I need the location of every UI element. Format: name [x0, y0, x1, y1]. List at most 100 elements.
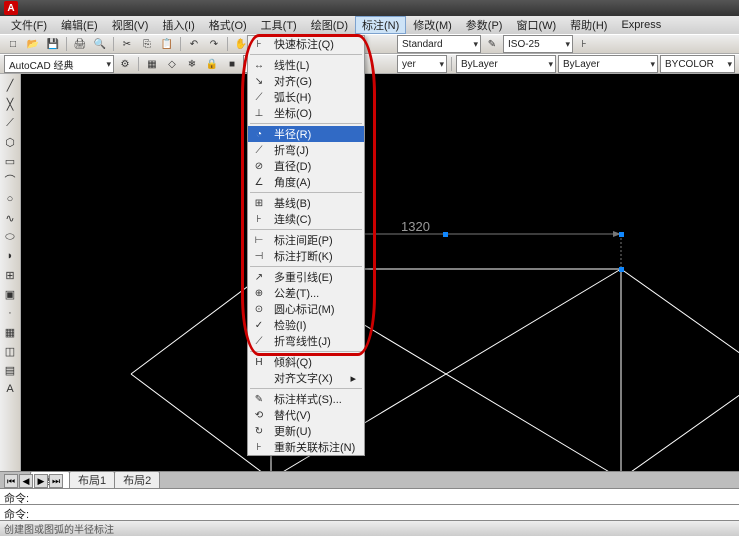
menu-item[interactable]: ⊙圆心标记(M) — [248, 301, 364, 317]
menu-item[interactable]: ⟲替代(V) — [248, 407, 364, 423]
plot-icon[interactable]: 🖨 — [71, 35, 89, 53]
menu-item[interactable]: 参数(P) — [459, 16, 510, 34]
copy-icon[interactable]: ⎘ — [138, 35, 156, 53]
menu-item[interactable]: ⊘直径(D) — [248, 158, 364, 174]
line-icon[interactable]: ╱ — [1, 76, 19, 94]
menu-item[interactable]: ⊕公差(T)... — [248, 285, 364, 301]
menu-item[interactable]: Express — [614, 18, 668, 32]
preview-icon[interactable]: 🔍 — [91, 35, 109, 53]
menu-item[interactable]: ∠角度(A) — [248, 174, 364, 190]
layout-tabs[interactable]: ⏮ ◀ ▶ ⏭ 模型 布局1 布局2 — [0, 471, 739, 488]
paste-icon[interactable]: 📋 — [158, 35, 176, 53]
menu-item[interactable]: 绘图(D) — [304, 16, 355, 34]
plotstyle-combo[interactable]: BYCOLOR — [660, 55, 735, 73]
menu-item[interactable]: 编辑(E) — [54, 16, 105, 34]
menu-item[interactable]: 对齐文字(X)▸ — [248, 370, 364, 386]
lock-icon[interactable]: 🔒 — [203, 55, 221, 73]
menu-item[interactable]: H倾斜(Q) — [248, 354, 364, 370]
menu-item[interactable]: ⊣标注打断(K) — [248, 248, 364, 264]
menu-item[interactable]: ✎标注样式(S)... — [248, 391, 364, 407]
menu-item[interactable]: ↗多重引线(E) — [248, 269, 364, 285]
menu-item[interactable]: ⊦连续(C) — [248, 211, 364, 227]
menu-item-label: 基线(B) — [274, 195, 311, 211]
menu-item[interactable]: 插入(I) — [155, 16, 201, 34]
command-line-2[interactable]: 命令: — [0, 504, 739, 520]
command-line[interactable]: 命令: — [0, 488, 739, 504]
menu-item[interactable]: 工具(T) — [254, 16, 304, 34]
color-combo[interactable]: yer — [397, 55, 447, 73]
region-icon[interactable]: ◫ — [1, 342, 19, 360]
menu-item-icon: ⟋ — [250, 334, 268, 348]
linetype-combo[interactable]: ByLayer — [456, 55, 556, 73]
app-logo: A — [4, 1, 18, 15]
menu-item[interactable]: ⊦重新关联标注(N) — [248, 439, 364, 455]
iso-icon[interactable]: ◇ — [163, 55, 181, 73]
dimension-menu-dropdown[interactable]: ⊦快速标注(Q)↔线性(L)↘对齐(G)⟋弧长(H)⊥坐标(O)◔半径(R)⟋折… — [247, 35, 365, 456]
tab-layout2[interactable]: 布局2 — [114, 471, 160, 488]
freeze-icon[interactable]: ❄ — [183, 55, 201, 73]
pline-icon[interactable]: ⟋ — [1, 114, 19, 132]
menu-item[interactable]: 文件(F) — [4, 16, 54, 34]
dimstyle-combo[interactable]: ISO-25 — [503, 35, 573, 53]
polygon-icon[interactable]: ⬡ — [1, 133, 19, 151]
earc-icon[interactable]: ◗ — [1, 247, 19, 265]
grip[interactable] — [619, 267, 624, 272]
point-icon[interactable]: · — [1, 304, 19, 322]
menu-item[interactable]: 标注(N) — [355, 16, 406, 34]
tab-layout1[interactable]: 布局1 — [69, 471, 115, 488]
menu-item[interactable]: ⟋弧长(H) — [248, 89, 364, 105]
tab-last-icon[interactable]: ⏭ — [49, 474, 63, 488]
grip[interactable] — [619, 232, 624, 237]
menu-item[interactable]: ↘对齐(G) — [248, 73, 364, 89]
menu-item-icon: ⟋ — [250, 143, 268, 157]
undo-icon[interactable]: ↶ — [185, 35, 203, 53]
cut-icon[interactable]: ✂ — [118, 35, 136, 53]
lineweight-combo[interactable]: ByLayer — [558, 55, 658, 73]
menu-item[interactable]: ⊞基线(B) — [248, 195, 364, 211]
menu-item[interactable]: 视图(V) — [105, 16, 156, 34]
menu-item[interactable]: ⟋折弯线性(J) — [248, 333, 364, 349]
menu-item[interactable]: ↔线性(L) — [248, 57, 364, 73]
grip[interactable] — [443, 232, 448, 237]
menu-item-icon: ✎ — [250, 392, 268, 406]
insert-icon[interactable]: ⊞ — [1, 266, 19, 284]
hatch-icon[interactable]: ▦ — [1, 323, 19, 341]
menu-item[interactable]: ◔半径(R) — [248, 126, 364, 142]
menu-item[interactable]: 帮助(H) — [563, 16, 614, 34]
style-icon[interactable]: ✎ — [483, 35, 501, 53]
gear-icon[interactable]: ⚙ — [116, 55, 134, 73]
drawing-canvas[interactable]: 1320 Y — [21, 74, 739, 471]
open-icon[interactable]: 📂 — [24, 35, 42, 53]
tab-prev-icon[interactable]: ◀ — [19, 474, 33, 488]
ellipse-icon[interactable]: ⬭ — [1, 228, 19, 246]
save-icon[interactable]: 💾 — [44, 35, 62, 53]
menu-item[interactable]: 修改(M) — [406, 16, 459, 34]
menu-item[interactable]: 窗口(W) — [509, 16, 563, 34]
menu-item[interactable]: ⟋折弯(J) — [248, 142, 364, 158]
spline-icon[interactable]: ∿ — [1, 209, 19, 227]
tab-first-icon[interactable]: ⏮ — [4, 474, 18, 488]
xline-icon[interactable]: ╳ — [1, 95, 19, 113]
menu-item[interactable]: ⊢标注间距(P) — [248, 232, 364, 248]
text-icon[interactable]: A — [1, 380, 19, 398]
workspace-combo[interactable]: AutoCAD 经典 — [4, 55, 114, 73]
menu-item[interactable]: ↻更新(U) — [248, 423, 364, 439]
rect-icon[interactable]: ▭ — [1, 152, 19, 170]
arc-icon[interactable]: ⌒ — [1, 171, 19, 189]
new-icon[interactable]: □ — [4, 35, 22, 53]
menu-item[interactable]: ⊦快速标注(Q) — [248, 36, 364, 52]
dim-icon[interactable]: ⊦ — [575, 35, 593, 53]
color-icon[interactable]: ■ — [223, 55, 241, 73]
circle-icon[interactable]: ○ — [1, 190, 19, 208]
menu-item[interactable]: 格式(O) — [202, 16, 254, 34]
menu-item[interactable]: ⊥坐标(O) — [248, 105, 364, 121]
block-icon[interactable]: ▣ — [1, 285, 19, 303]
redo-icon[interactable]: ↷ — [205, 35, 223, 53]
style-combo[interactable]: Standard — [397, 35, 481, 53]
menu-item[interactable]: ✓检验(I) — [248, 317, 364, 333]
tab-next-icon[interactable]: ▶ — [34, 474, 48, 488]
layer-state-icon[interactable]: ▦ — [143, 55, 161, 73]
menubar[interactable]: 文件(F)编辑(E)视图(V)插入(I)格式(O)工具(T)绘图(D)标注(N)… — [0, 16, 739, 34]
table-icon[interactable]: ▤ — [1, 361, 19, 379]
tab-nav[interactable]: ⏮ ◀ ▶ ⏭ — [4, 474, 63, 488]
